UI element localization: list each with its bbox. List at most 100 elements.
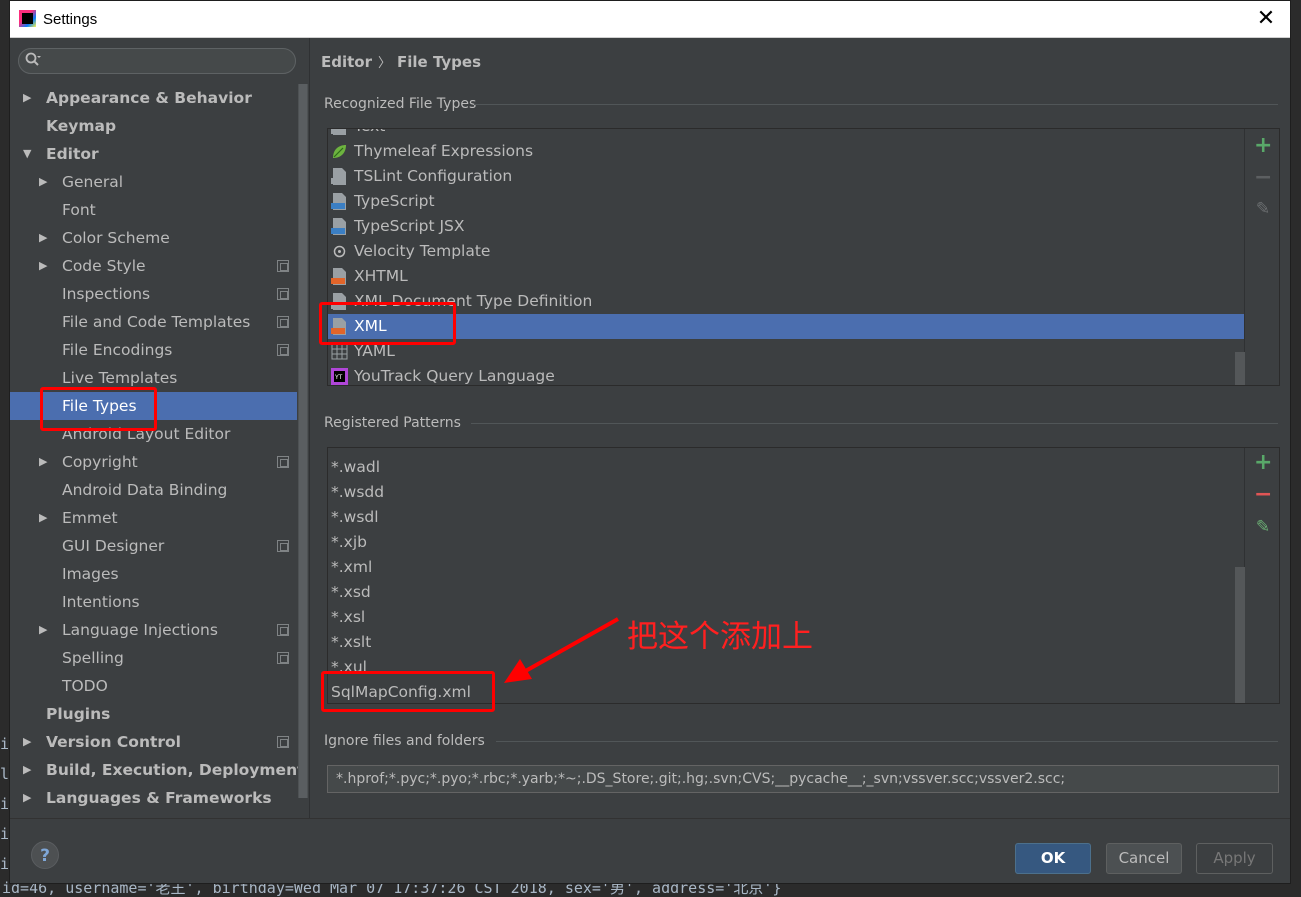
pattern-row[interactable]: *.xjb [328,530,1244,555]
sidebar-item-android-layout-editor[interactable]: Android Layout Editor [10,420,297,448]
ok-button[interactable]: OK [1015,843,1091,874]
pattern-row[interactable]: *.xsd [328,580,1244,605]
breadcrumb-parent[interactable]: Editor [321,53,372,71]
pattern-label: *.xsd [331,583,371,601]
sidebar-item-todo[interactable]: TODO [10,672,297,700]
sidebar-item-color-scheme[interactable]: ▶ Color Scheme [10,224,297,252]
bg-code-char: i [0,825,9,843]
sidebar-item-spelling[interactable]: Spelling [10,644,297,672]
typescript-file-icon [331,193,348,210]
close-icon[interactable]: ✕ [1252,5,1280,33]
intellij-app-icon [19,10,36,27]
sidebar-item-plugins[interactable]: Plugins [10,700,297,728]
project-settings-icon [277,316,289,328]
sidebar-scrollbar[interactable] [298,84,308,798]
bg-code-char: i [0,735,9,753]
pattern-row[interactable]: *.xml [328,555,1244,580]
collapsed-arrow-icon[interactable]: ▶ [39,448,47,476]
file-type-row[interactable]: Thymeleaf Expressions [328,139,1244,164]
pattern-row[interactable]: SqlMapConfig.xml [328,680,1244,703]
pattern-label: *.xml [331,558,373,576]
dtd-file-icon [331,293,348,310]
sidebar-item-file-types[interactable]: File Types [10,392,297,420]
sidebar-item-font[interactable]: Font [10,196,297,224]
pattern-label: *.xjb [331,533,367,551]
sidebar-item-version-control[interactable]: ▶ Version Control [10,728,297,756]
search-input[interactable] [18,48,296,74]
sidebar-item-keymap[interactable]: Keymap [10,112,297,140]
sidebar-item-intentions[interactable]: Intentions [10,588,297,616]
help-button[interactable]: ? [31,841,59,869]
collapsed-arrow-icon[interactable]: ▶ [39,224,47,252]
pattern-row[interactable]: *.wadl [328,455,1244,480]
file-type-row[interactable]: YAML [328,339,1244,364]
collapsed-arrow-icon[interactable]: ▶ [39,168,47,196]
expanded-arrow-icon[interactable]: ▼ [23,140,31,168]
file-type-row[interactable]: XHTML [328,264,1244,289]
sidebar-item-gui-designer[interactable]: GUI Designer [10,532,297,560]
collapsed-arrow-icon[interactable]: ▶ [23,728,31,756]
file-type-row[interactable]: TypeScript JSX [328,214,1244,239]
file-type-row[interactable]: TSLint Configuration [328,164,1244,189]
collapsed-arrow-icon[interactable]: ▶ [23,756,31,784]
sidebar-item-code-style[interactable]: ▶ Code Style [10,252,297,280]
add-pattern-button[interactable]: + [1254,452,1272,474]
ignore-files-field[interactable]: *.hprof;*.pyc;*.pyo;*.rbc;*.yarb;*~;.DS_… [327,765,1279,793]
collapsed-arrow-icon[interactable]: ▶ [23,784,31,812]
file-type-label: YouTrack Query Language [354,367,555,385]
sidebar-item-editor[interactable]: ▼ Editor [10,140,297,168]
sidebar-item-label: Languages & Frameworks [46,789,272,807]
file-type-row[interactable]: Velocity Template [328,239,1244,264]
file-type-label: TypeScript [354,192,435,210]
add-file-type-button[interactable]: + [1254,135,1272,157]
patterns-scrollbar[interactable] [1235,567,1245,703]
pattern-row[interactable]: *.xul [328,655,1244,680]
sidebar-item-label: Emmet [62,509,118,527]
sidebar-item-languages-frameworks[interactable]: ▶ Languages & Frameworks [10,784,297,812]
sidebar-item-inspections[interactable]: Inspections [10,280,297,308]
sidebar-item-label: Copyright [62,453,138,471]
collapsed-arrow-icon[interactable]: ▶ [39,252,47,280]
sidebar-item-general[interactable]: ▶ General [10,168,297,196]
sidebar-item-appearance-behavior[interactable]: ▶ Appearance & Behavior [10,84,297,112]
apply-button[interactable]: Apply [1196,843,1273,874]
registered-patterns-title: Registered Patterns [324,415,461,431]
edit-pattern-button[interactable]: ✎ [1254,518,1272,536]
patterns-list-area: *.wadl *.wsdd *.wsdl *.xjb *.xml *.xsd *.xsl *.… [328,448,1245,703]
pattern-label: SqlMapConfig.xml [331,683,471,701]
pattern-row[interactable]: *.wsdd [328,480,1244,505]
sidebar-item-label: GUI Designer [62,537,165,555]
sidebar-item-build-execution-deployment[interactable]: ▶ Build, Execution, Deployment [10,756,305,784]
file-type-row[interactable]: XML [328,314,1244,339]
remove-file-type-button[interactable]: − [1254,167,1272,189]
remove-pattern-button[interactable]: − [1254,484,1272,506]
file-type-row[interactable]: Text [328,129,1244,139]
file-types-scrollbar[interactable] [1235,352,1245,385]
sidebar-item-file-and-code-templates[interactable]: File and Code Templates [10,308,297,336]
collapsed-arrow-icon[interactable]: ▶ [39,616,47,644]
file-type-label: XML Document Type Definition [354,292,593,310]
file-type-row[interactable]: XML Document Type Definition [328,289,1244,314]
sidebar-item-file-encodings[interactable]: File Encodings [10,336,297,364]
window-title: Settings [43,11,98,28]
sidebar-item-copyright[interactable]: ▶ Copyright [10,448,297,476]
edit-file-type-button[interactable]: ✎ [1254,200,1272,218]
file-type-row[interactable]: TypeScript [328,189,1244,214]
settings-sidebar: ▶ Appearance & Behavior Keymap ▼ Editor ▶ Gene… [10,38,310,818]
text-file-icon [331,129,348,135]
sidebar-item-emmet[interactable]: ▶ Emmet [10,504,297,532]
collapsed-arrow-icon[interactable]: ▶ [23,84,31,112]
sidebar-item-live-templates[interactable]: Live Templates [10,364,297,392]
sidebar-item-images[interactable]: Images [10,560,297,588]
cancel-button[interactable]: Cancel [1106,843,1182,874]
collapsed-arrow-icon[interactable]: ▶ [39,504,47,532]
sidebar-item-android-data-binding[interactable]: Android Data Binding [10,476,297,504]
sidebar-item-label: Inspections [62,285,151,303]
pattern-row[interactable]: *.wsdl [328,505,1244,530]
settings-tree: ▶ Appearance & Behavior Keymap ▼ Editor ▶ Gene… [10,84,305,812]
sidebar-item-label: Appearance & Behavior [46,89,252,107]
sidebar-item-language-injections[interactable]: ▶ Language Injections [10,616,297,644]
velocity-template-icon [331,243,348,260]
project-settings-icon [277,260,289,272]
file-type-row[interactable]: YT YouTrack Query Language [328,364,1244,385]
